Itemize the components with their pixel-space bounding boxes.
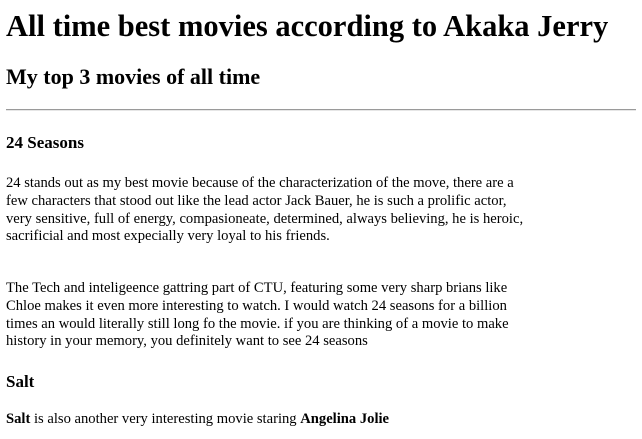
page: All time best movies according to Akaka … xyxy=(0,0,642,439)
divider xyxy=(6,109,636,111)
movie-heading-24-seasons: 24 Seasons xyxy=(6,133,84,152)
page-subtitle: My top 3 movies of all time xyxy=(6,64,261,89)
actor-name-bold: Angelina Jolie xyxy=(300,411,390,427)
movie-heading-salt: Salt xyxy=(6,372,35,391)
movie-paragraph-2: The Tech and inteligeence gattring part … xyxy=(6,280,509,350)
page-title: All time best movies according to Akaka … xyxy=(6,9,609,43)
movie-title-bold: Salt xyxy=(6,411,31,427)
movie-paragraph-salt: Salt is also another very interesting mo… xyxy=(6,411,526,429)
movie-description: is also another very interesting movie s… xyxy=(30,411,301,427)
movie-paragraph-1: 24 stands out as my best movie because o… xyxy=(6,175,524,245)
